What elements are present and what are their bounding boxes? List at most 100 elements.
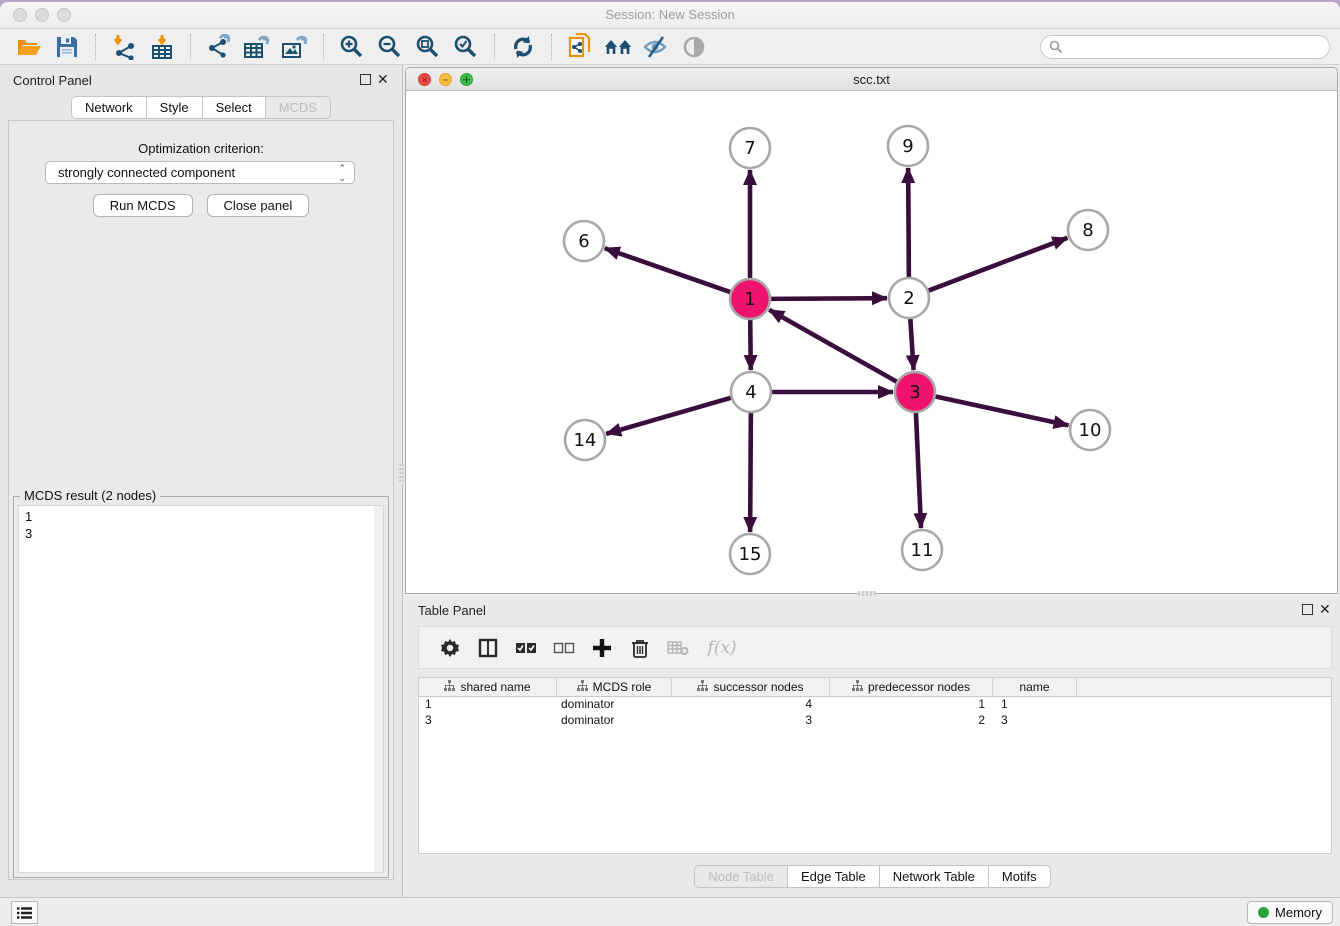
table-row[interactable]: 1dominator411 (419, 697, 1331, 713)
network-view-window: ✕ − ＋ scc.txt 7968124314101511 (405, 67, 1338, 594)
table-row[interactable]: 3dominator323 (419, 713, 1331, 729)
hide-graphics-icon[interactable] (642, 33, 670, 61)
edge-3-1[interactable] (769, 310, 897, 382)
mcds-result-groupbox: MCDS result (2 nodes) 13 (13, 496, 389, 878)
node-label-14: 14 (574, 430, 597, 451)
gear-icon[interactable] (437, 635, 463, 661)
float-table-panel-icon[interactable] (1302, 604, 1313, 615)
column-label: MCDS role (593, 680, 652, 694)
zoom-selected-icon[interactable] (452, 33, 480, 61)
table-cell: dominator (557, 713, 672, 729)
close-table-panel-icon[interactable]: ✕ (1319, 601, 1331, 618)
vertical-splitter[interactable] (399, 464, 404, 484)
toolbar-separator (95, 34, 96, 60)
node-label-10: 10 (1079, 420, 1102, 441)
network-graph[interactable]: 7968124314101511 (406, 91, 1337, 593)
node-label-6: 6 (578, 231, 589, 252)
mcds-result-list[interactable]: 13 (18, 505, 384, 873)
column-header-predecessor-nodes[interactable]: predecessor nodes (830, 678, 993, 696)
deselect-all-icon[interactable] (551, 635, 577, 661)
edge-2-9[interactable] (908, 168, 909, 277)
edge-3-11[interactable] (916, 413, 921, 528)
close-panel-icon[interactable]: ✕ (377, 71, 389, 88)
network-canvas[interactable]: 7968124314101511 (406, 91, 1337, 593)
trash-icon[interactable] (627, 635, 653, 661)
tab-mcds[interactable]: MCDS (265, 96, 331, 119)
zoom-out-icon[interactable] (376, 33, 404, 61)
run-mcds-button[interactable]: Run MCDS (93, 194, 193, 217)
edge-1-2[interactable] (771, 298, 887, 299)
column-header-shared-name[interactable]: shared name (419, 678, 557, 696)
horizontal-splitter[interactable] (858, 591, 876, 596)
edge-1-6[interactable] (605, 248, 730, 292)
refresh-icon[interactable] (509, 33, 537, 61)
home-icon[interactable] (604, 33, 632, 61)
node-label-11: 11 (911, 540, 934, 561)
table-panel-title: Table Panel (418, 603, 486, 618)
float-panel-icon[interactable] (360, 74, 371, 85)
select-all-icon[interactable] (513, 635, 539, 661)
memory-button[interactable]: Memory (1247, 901, 1333, 924)
list-icon (17, 906, 33, 920)
node-label-3: 3 (909, 382, 920, 403)
save-icon[interactable] (53, 33, 81, 61)
table-cell: 2 (830, 713, 993, 729)
edge-2-8[interactable] (929, 238, 1068, 291)
titlebar: Session: New Session (0, 2, 1340, 29)
copy-network-icon[interactable] (566, 33, 594, 61)
table-tabs: Node TableEdge TableNetwork TableMotifs (405, 865, 1340, 888)
tab-network[interactable]: Network (71, 96, 146, 119)
export-image-icon[interactable] (281, 33, 309, 61)
table-panel: Table Panel ✕ (405, 597, 1340, 897)
export-table-icon[interactable] (243, 33, 271, 61)
hierarchy-icon (697, 680, 708, 694)
edge-4-15[interactable] (750, 413, 751, 532)
control-panel: Control Panel ✕ NetworkStyleSelectMCDS O… (0, 65, 403, 897)
tab-edge-table[interactable]: Edge Table (787, 865, 879, 888)
hierarchy-icon (577, 680, 588, 694)
control-panel-header: Control Panel ✕ (0, 71, 402, 91)
table-cell: dominator (557, 697, 672, 713)
node-label-7: 7 (744, 138, 755, 159)
tab-node-table[interactable]: Node Table (694, 865, 787, 888)
optimization-label: Optimization criterion: (9, 141, 393, 156)
mcds-panel: Optimization criterion: strongly connect… (8, 120, 394, 880)
search-input[interactable] (1063, 40, 1329, 54)
mcds-result-title: MCDS result (2 nodes) (20, 488, 160, 503)
eye-icon[interactable] (680, 33, 708, 61)
tab-motifs[interactable]: Motifs (988, 865, 1051, 888)
network-window-titlebar: ✕ − ＋ scc.txt (406, 68, 1337, 91)
hierarchy-icon (444, 680, 455, 694)
edge-1-4[interactable] (750, 320, 751, 370)
zoom-in-icon[interactable] (338, 33, 366, 61)
tab-network-table[interactable]: Network Table (879, 865, 988, 888)
tab-style[interactable]: Style (146, 96, 202, 119)
open-folder-icon[interactable] (15, 33, 43, 61)
task-history-button[interactable] (11, 901, 38, 924)
column-header-MCDS-role[interactable]: MCDS role (557, 678, 672, 696)
edge-4-14[interactable] (606, 398, 731, 434)
export-network-icon[interactable] (205, 33, 233, 61)
add-icon[interactable] (589, 635, 615, 661)
scrollbar[interactable] (374, 506, 383, 872)
status-bar: Memory (0, 897, 1340, 926)
optimization-select[interactable]: strongly connected component ⌃⌄ (45, 161, 355, 184)
column-header-name[interactable]: name (993, 678, 1077, 696)
edge-2-3[interactable] (910, 319, 913, 370)
column-layout-icon[interactable] (475, 635, 501, 661)
chevron-up-down-icon: ⌃⌄ (338, 163, 346, 183)
memory-status-icon (1258, 907, 1269, 918)
column-label: predecessor nodes (868, 680, 970, 694)
control-panel-tabs: NetworkStyleSelectMCDS (0, 96, 402, 119)
search-box[interactable] (1040, 35, 1330, 59)
import-table-icon[interactable] (148, 33, 176, 61)
edge-3-10[interactable] (936, 396, 1069, 425)
column-label: successor nodes (713, 680, 803, 694)
tab-select[interactable]: Select (202, 96, 265, 119)
import-network-icon[interactable] (110, 33, 138, 61)
column-header-successor-nodes[interactable]: successor nodes (672, 678, 830, 696)
control-panel-title: Control Panel (13, 73, 92, 88)
zoom-fit-icon[interactable] (414, 33, 442, 61)
node-table[interactable]: shared name MCDS role successor nodes prede… (418, 677, 1332, 854)
close-panel-button[interactable]: Close panel (207, 194, 310, 217)
